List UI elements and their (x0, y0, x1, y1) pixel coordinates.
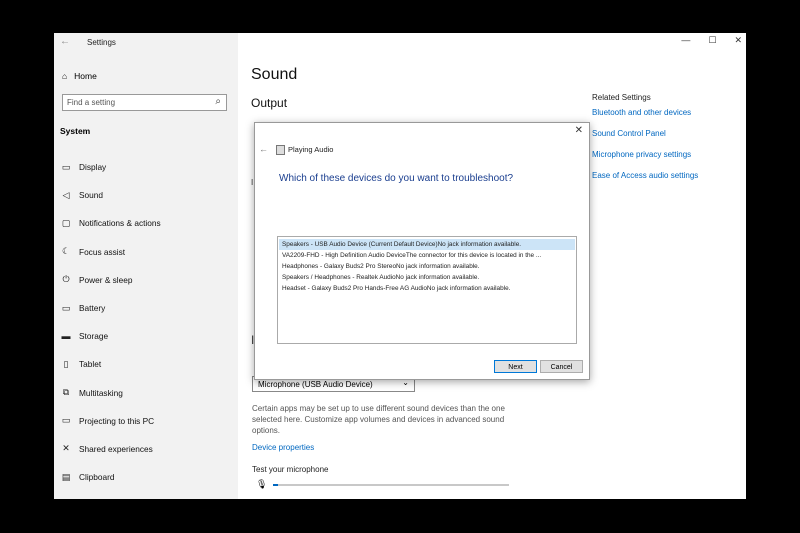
sidebar-nav: ▭ Display ◁ Sound ▢ Notifications & actions… (54, 153, 238, 491)
list-item[interactable]: Headset - Galaxy Buds2 Pro Hands-Free AG… (279, 283, 575, 294)
sidebar-item-label: Projecting to this PC (79, 415, 155, 426)
test-mic-label: Test your microphone (252, 465, 329, 474)
dialog-title: Playing Audio (288, 145, 334, 154)
home-link[interactable]: ⌂ Home (62, 71, 97, 81)
multitasking-icon: ⧉ (62, 387, 70, 398)
microphone-icon: 🎙 (256, 479, 268, 489)
sidebar-item-tablet[interactable]: ▯ Tablet (54, 350, 238, 378)
home-icon: ⌂ (62, 71, 68, 81)
monitor-icon: ▭ (61, 161, 71, 172)
system-section-title: System (60, 126, 91, 136)
link-bluetooth[interactable]: Bluetooth and other devices (592, 108, 742, 117)
minimize-icon[interactable]: — (681, 35, 690, 46)
sidebar-item-multitasking[interactable]: ⧉ Multitasking (54, 379, 238, 407)
storage-icon: ▬ (61, 331, 71, 342)
device-properties-link[interactable]: Device properties (252, 443, 314, 452)
search-icon: ⌕ (215, 96, 221, 107)
search-input[interactable]: Find a setting ⌕ (62, 94, 227, 111)
sidebar-item-label: Shared experiences (79, 443, 153, 454)
related-settings-title: Related Settings (592, 93, 651, 102)
sidebar-item-label: Clipboard (79, 472, 115, 483)
close-icon[interactable]: ✕ (575, 125, 583, 136)
list-item[interactable]: Speakers / Headphones - Realtek AudioNo … (279, 272, 575, 283)
link-ease-of-access-audio[interactable]: Ease of Access audio settings (592, 171, 742, 180)
search-placeholder: Find a setting (67, 98, 116, 107)
output-heading: Output (251, 96, 288, 110)
hidden-fragment: I (251, 178, 254, 187)
mic-level-bar (273, 483, 510, 486)
input-description: Certain apps may be set up to use differ… (252, 404, 505, 435)
sidebar-item-label: Display (79, 162, 107, 173)
sidebar-item-shared-experiences[interactable]: ✕ Shared experiences (54, 435, 238, 463)
sidebar-item-label: Focus assist (79, 246, 126, 257)
projector-icon: ▭ (61, 415, 71, 426)
back-arrow-icon[interactable]: ← (60, 36, 70, 47)
sidebar-item-focus-assist[interactable]: ☾ Focus assist (54, 238, 238, 266)
mic-test-row: 🎙 (256, 479, 510, 490)
related-settings: Related Settings Bluetooth and other dev… (592, 93, 742, 192)
home-label: Home (74, 71, 97, 81)
sidebar-item-battery[interactable]: ▭ Battery (54, 294, 238, 322)
list-item[interactable]: VA2209-FHD - High Definition Audio Devic… (279, 250, 575, 261)
tablet-icon: ▯ (63, 358, 69, 369)
close-icon[interactable]: ✕ (734, 35, 742, 46)
page-title: Sound (251, 66, 298, 83)
list-item[interactable]: Speakers - USB Audio Device (Current Def… (279, 239, 575, 250)
sidebar: ← Settings ⌂ Home Find a setting ⌕ Syste… (54, 33, 238, 499)
sidebar-item-label: Multitasking (79, 387, 123, 398)
troubleshooter-app-icon (276, 145, 285, 155)
share-icon: ✕ (62, 443, 70, 454)
link-microphone-privacy[interactable]: Microphone privacy settings (592, 150, 742, 159)
speaker-icon: ◁ (62, 189, 70, 200)
sidebar-item-label: Power & sleep (79, 274, 133, 285)
sidebar-item-label: Sound (79, 190, 103, 201)
moon-icon: ☾ (61, 246, 71, 257)
sidebar-item-label: Battery (79, 303, 106, 314)
list-item[interactable]: Headphones - Galaxy Buds2 Pro StereoNo j… (279, 261, 575, 272)
sidebar-item-display[interactable]: ▭ Display (54, 153, 238, 181)
battery-icon: ▭ (61, 302, 71, 313)
sidebar-item-projecting[interactable]: ▭ Projecting to this PC (54, 407, 238, 435)
window-title: Settings (87, 38, 116, 47)
sidebar-item-label: Notifications & actions (79, 218, 161, 229)
input-device-value: Microphone (USB Audio Device) (258, 380, 373, 389)
window-controls: — ☐ ✕ (681, 35, 742, 46)
sidebar-item-notifications[interactable]: ▢ Notifications & actions (54, 209, 238, 237)
sidebar-item-power[interactable]: ⏻ Power & sleep (54, 266, 238, 294)
maximize-icon[interactable]: ☐ (708, 35, 716, 46)
device-list: Speakers - USB Audio Device (Current Def… (277, 236, 577, 344)
clipboard-icon: ▤ (61, 471, 71, 482)
sidebar-item-storage[interactable]: ▬ Storage (54, 322, 238, 350)
next-button[interactable]: Next (494, 360, 537, 373)
cancel-button[interactable]: Cancel (540, 360, 583, 373)
sidebar-item-label: Storage (79, 331, 109, 342)
notification-icon: ▢ (61, 217, 71, 228)
link-sound-control-panel[interactable]: Sound Control Panel (592, 129, 742, 138)
dialog-question: Which of these devices do you want to tr… (279, 173, 514, 184)
sidebar-item-sound[interactable]: ◁ Sound (54, 181, 238, 209)
sidebar-item-label: Tablet (79, 359, 102, 370)
mic-level-fill (273, 483, 279, 486)
back-arrow-icon[interactable]: ← (259, 144, 268, 154)
troubleshooter-dialog: ✕ ← Playing Audio Which of these devices… (254, 122, 590, 380)
sidebar-item-clipboard[interactable]: ▤ Clipboard (54, 463, 238, 491)
power-icon: ⏻ (62, 274, 70, 285)
